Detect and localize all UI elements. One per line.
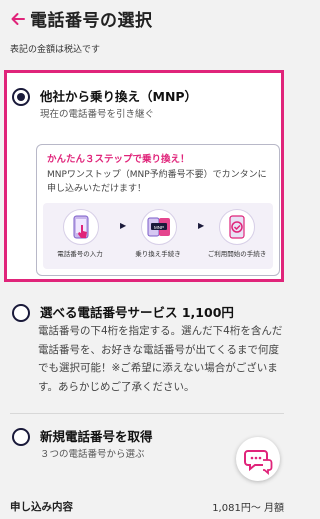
option-choose-number-description: 電話番号の下4桁を指定する。選んだ下4桁を含んだ電話番号を、お好きな電話番号が出… <box>38 325 283 393</box>
order-summary-bar[interactable]: 申し込み内容 1,081円〜 月額 <box>0 490 294 519</box>
mnp-steps-panel: 電話番号の入力 ▶ MNP 乗り換え手続き ▶ ご利用開始の手続き <box>43 203 273 269</box>
step-3-label: ご利用開始の手続き <box>207 250 267 258</box>
step-2-label: 乗り換え手続き <box>135 250 181 258</box>
option-mnp-subtitle: 現在の電話番号を引き継ぐ <box>40 109 155 120</box>
order-summary-price: 1,081円〜 月額 <box>212 503 284 514</box>
phone-number-selection-page: 電話番号の選択 表記の金額は税込です 他社から乗り換え（MNP） 現在の電話番号… <box>0 0 294 519</box>
phone-check-icon <box>219 209 255 245</box>
order-summary-label: 申し込み内容 <box>10 501 73 513</box>
step-arrow-icon: ▶ <box>198 221 205 230</box>
back-button[interactable] <box>8 9 28 29</box>
phone-tap-icon <box>63 209 99 245</box>
option-new-number-subtitle: ３つの電話番号から選ぶ <box>40 449 145 460</box>
tax-note: 表記の金額は税込です <box>10 45 101 55</box>
option-choose-number-title[interactable]: 選べる電話番号サービス 1,100円 <box>40 302 234 321</box>
option-choose-number-radio[interactable] <box>12 304 30 322</box>
option-mnp-title: 他社から乗り換え（MNP） <box>40 89 198 104</box>
page-title: 電話番号の選択 <box>30 11 153 31</box>
mnp-steps-title: かんたん３ステップで乗り換え！ <box>47 154 190 165</box>
mnp-transfer-icon: MNP <box>141 209 177 245</box>
mnp-steps-description: MNPワンストップ（MNP予約番号不要）でカンタンに申し込みいただけます！ <box>47 170 267 194</box>
mnp-steps-box: かんたん３ステップで乗り換え！ MNPワンストップ（MNP予約番号不要）でカンタ… <box>36 144 280 276</box>
chat-icon <box>244 450 273 475</box>
divider <box>10 413 284 414</box>
svg-text:MNP: MNP <box>154 225 164 230</box>
step-1-label: 電話番号の入力 <box>57 250 103 258</box>
header: 電話番号の選択 <box>0 0 294 38</box>
step-arrow-icon: ▶ <box>120 221 127 230</box>
option-new-number-title[interactable]: 新規電話番号を取得 <box>40 426 153 445</box>
option-new-number-radio[interactable] <box>12 428 30 446</box>
back-arrow-icon <box>11 13 25 25</box>
chat-button[interactable] <box>236 437 280 481</box>
option-mnp-radio[interactable] <box>12 88 30 106</box>
